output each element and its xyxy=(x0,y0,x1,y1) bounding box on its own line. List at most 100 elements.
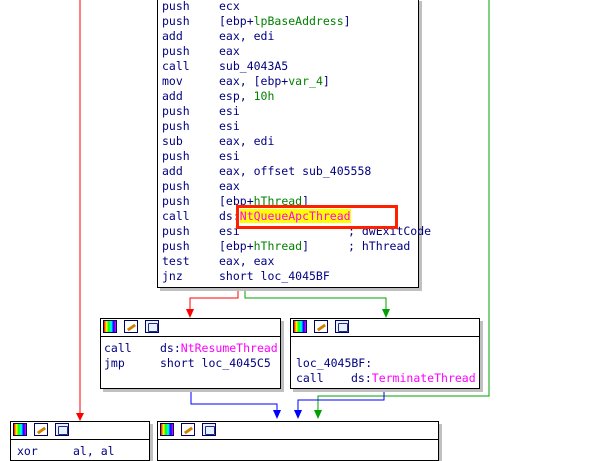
arrowhead xyxy=(314,410,322,419)
highlight-box xyxy=(236,205,398,229)
import-name: TerminateThread xyxy=(371,371,476,385)
graph-view-icon[interactable] xyxy=(55,423,69,436)
operand: eax, edi xyxy=(219,134,274,149)
operand: esp, 10h xyxy=(219,89,274,104)
operand: eax xyxy=(219,179,240,194)
color-palette-icon[interactable] xyxy=(103,320,117,333)
operand: esi xyxy=(219,149,240,164)
code-line[interactable]: push [ebp+hThread] ; hThread xyxy=(162,239,542,254)
operand-text: esi xyxy=(219,104,240,118)
operand: eax, eax xyxy=(219,254,274,269)
operand-text: [ebp+ xyxy=(219,14,254,28)
rename-pencil-icon[interactable] xyxy=(314,320,328,333)
block-label: loc_4045BF: xyxy=(296,356,373,370)
mnemonic: add xyxy=(162,164,183,178)
operand-text: esp, xyxy=(219,89,254,103)
bottom-left-code-block[interactable]: xor al, al xyxy=(10,421,150,461)
operand-text: ecx xyxy=(219,0,240,13)
mnemonic: test xyxy=(162,254,190,268)
operand-text: ds: xyxy=(160,341,181,355)
graph-view-icon[interactable] xyxy=(145,320,159,333)
operand-text: ] xyxy=(343,14,351,28)
code-line[interactable]: push esi xyxy=(162,149,542,164)
operand: esi xyxy=(219,104,240,119)
mnemonic: call xyxy=(296,371,324,385)
false-branch-edge xyxy=(189,287,239,311)
operand-text: short loc_4045BF xyxy=(219,269,330,283)
left-code-block[interactable]: call ds:NtResumeThread jmp short loc_4045C5 xyxy=(100,318,281,389)
mnemonic: add xyxy=(162,89,183,103)
code-line[interactable]: call ds:TerminateThread xyxy=(296,371,591,386)
code-line[interactable]: push [ebp+lpBaseAddress] xyxy=(162,14,542,29)
mnemonic: add xyxy=(162,29,183,43)
code-line[interactable]: push esi xyxy=(162,119,542,134)
mnemonic: call xyxy=(104,341,132,355)
operand-text: eax, eax xyxy=(219,254,275,268)
code-line[interactable]: push eax xyxy=(162,44,542,59)
arrowhead xyxy=(382,309,390,318)
operand: [ebp+lpBaseAddress] xyxy=(219,14,351,29)
operand: short loc_4045BF xyxy=(219,269,330,284)
code-line[interactable]: add eax, edi xyxy=(162,29,542,44)
code-line[interactable]: push ecx xyxy=(162,0,542,14)
code-line[interactable]: push eax xyxy=(162,179,542,194)
mnemonic: push xyxy=(162,224,190,238)
operand-text: eax, [ebp+ xyxy=(219,74,289,88)
color-palette-icon[interactable] xyxy=(160,423,174,436)
mnemonic: jmp xyxy=(104,356,125,370)
mnemonic: push xyxy=(162,14,190,28)
operand: eax xyxy=(219,44,240,59)
operand: ds:TerminateThread xyxy=(351,371,476,386)
numeric-literal: 10h xyxy=(253,89,275,103)
block-toolbar xyxy=(11,422,149,440)
operand-text: eax, edi xyxy=(219,134,275,148)
mnemonic: sub xyxy=(162,134,183,148)
operand: sub_4043A5 xyxy=(219,59,288,74)
true-branch-edge xyxy=(244,287,387,311)
operand: eax, offset sub_405558 xyxy=(219,164,371,179)
code-line[interactable]: add eax, offset sub_405558 xyxy=(162,164,542,179)
code-line[interactable]: call sub_4043A5 xyxy=(162,59,542,74)
operand-text: [ebp+ xyxy=(219,239,254,253)
operand: [ebp+hThread] xyxy=(219,239,309,254)
import-name: NtResumeThread xyxy=(180,341,278,355)
color-palette-icon[interactable] xyxy=(13,423,27,436)
operand-text: al, al xyxy=(73,444,115,458)
mnemonic: push xyxy=(162,179,190,193)
block-toolbar xyxy=(101,319,280,337)
variable-name: lpBaseAddress xyxy=(253,14,344,28)
unconditional-edge-right xyxy=(297,388,385,412)
main-code-block[interactable]: push ecx push [ebp+lpBaseAddress] add eax, ed… xyxy=(157,0,431,288)
mnemonic: mov xyxy=(162,74,183,88)
graph-view-icon[interactable] xyxy=(202,423,216,436)
bottom-center-code-block[interactable] xyxy=(157,421,439,461)
color-palette-icon[interactable] xyxy=(293,320,307,333)
arrowhead xyxy=(273,410,281,419)
code-line[interactable]: test eax, eax xyxy=(162,254,542,269)
block-toolbar xyxy=(291,319,479,337)
operand: ds:NtResumeThread xyxy=(160,341,278,356)
rename-pencil-icon[interactable] xyxy=(181,423,195,436)
code-line[interactable]: jnz short loc_4045BF xyxy=(162,269,542,284)
graph-view-icon[interactable] xyxy=(335,320,349,333)
operand: esi xyxy=(219,119,240,134)
code-line[interactable]: add esp, 10h xyxy=(162,89,542,104)
rename-pencil-icon[interactable] xyxy=(34,423,48,436)
mnemonic: push xyxy=(162,104,190,118)
code-line[interactable]: sub eax, edi xyxy=(162,134,542,149)
arrowhead xyxy=(294,410,302,419)
operand-text: esi xyxy=(219,119,240,133)
rename-pencil-icon[interactable] xyxy=(124,320,138,333)
comment: ; hThread xyxy=(348,239,411,253)
operand-text: sub_4043A5 xyxy=(219,59,289,73)
code-line[interactable]: mov eax, [ebp+var_4] xyxy=(162,74,542,89)
operand-text: ds: xyxy=(351,371,372,385)
operand-text: ] xyxy=(322,74,330,88)
block-toolbar xyxy=(158,422,438,440)
operand: eax, edi xyxy=(219,29,274,44)
right-code-block[interactable]: call ds:TerminateThread loc_4045BF: xyxy=(290,318,480,389)
operand-text: eax, offset sub_405558 xyxy=(219,164,372,178)
arrowhead xyxy=(76,413,84,421)
operand: ecx xyxy=(219,0,240,14)
code-line[interactable]: push esi xyxy=(162,104,542,119)
